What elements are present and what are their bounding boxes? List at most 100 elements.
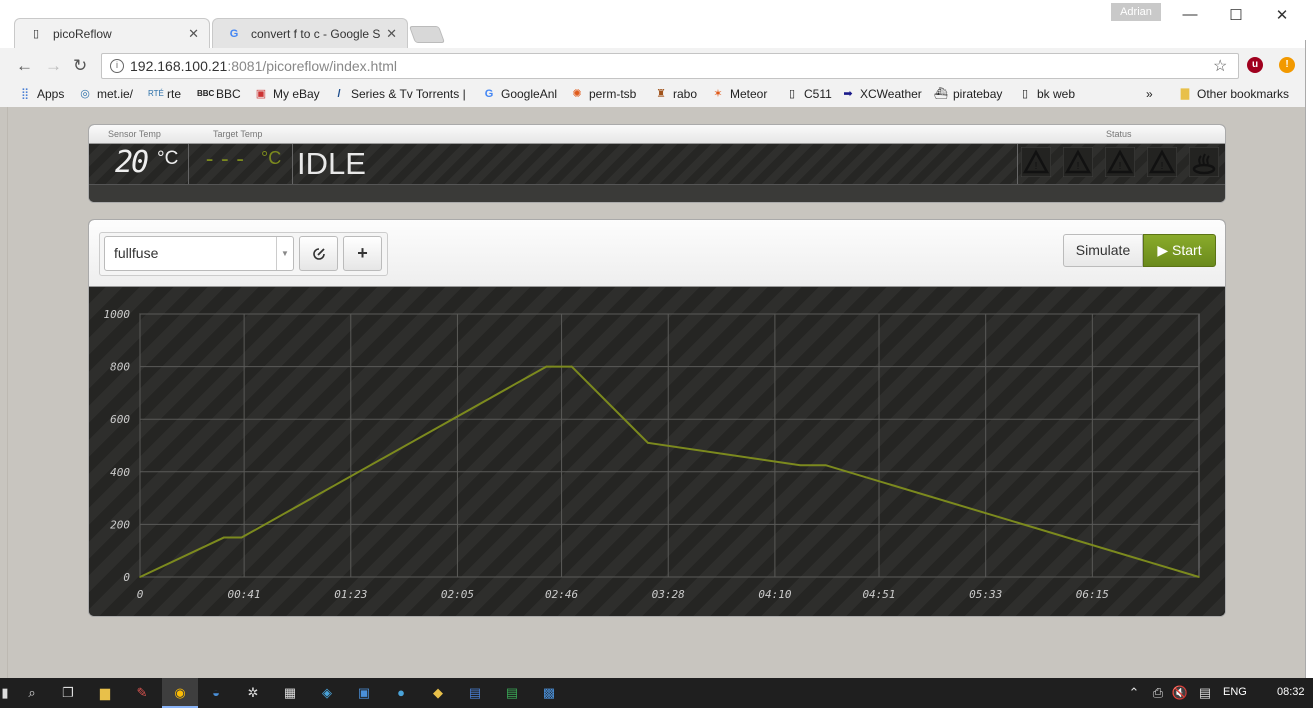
target-temp-label: Target Temp	[213, 129, 263, 139]
close-tab-icon[interactable]: ✕	[386, 26, 397, 42]
y-tick-label: 200	[110, 518, 130, 531]
forward-icon[interactable]: →	[45, 56, 62, 76]
bookmark-my-ebay[interactable]: ▣ My eBay	[254, 87, 320, 101]
right-window-edge	[1305, 40, 1313, 680]
start-label: Start	[1172, 242, 1202, 258]
graph-area: 0 200 400 600 800 1000 0 00:41 01:23 02:05 02:46 03…	[89, 287, 1225, 616]
sensor-temp-value: 20	[115, 145, 149, 180]
page-icon: ▯	[32, 28, 40, 40]
svg-text:!: !	[1035, 161, 1038, 172]
bookmarks-overflow[interactable]: »	[1146, 87, 1153, 101]
add-profile-button[interactable]: +	[343, 236, 382, 271]
back-icon[interactable]: ←	[16, 56, 33, 76]
x-tick-label: 00:41	[228, 588, 261, 601]
clock[interactable]: 08:32	[1277, 686, 1305, 698]
paint-icon[interactable]: ✎	[132, 683, 152, 703]
app-icon[interactable]: ▣	[354, 683, 374, 703]
url-host: 192.168.100.21	[130, 58, 228, 74]
bookmark-c511[interactable]: ▯ C511	[785, 87, 832, 101]
edit-icon	[312, 248, 325, 260]
word-icon[interactable]: ▤	[465, 683, 485, 703]
bookmark-piratebay[interactable]: ⛴ piratebay	[934, 87, 1002, 101]
target-temp-unit: °C	[261, 148, 282, 168]
app-icon[interactable]: ◆	[428, 683, 448, 703]
app-icon[interactable]: ▩	[539, 683, 559, 703]
tab-google-search[interactable]: G convert f to c - Google S ✕	[212, 18, 408, 48]
profile-select[interactable]: fullfuse ▼	[104, 236, 294, 271]
profile-point	[240, 536, 243, 539]
file-explorer-icon[interactable]: ▆	[95, 683, 115, 703]
bookmark-googleanl[interactable]: G GoogleAnl	[482, 87, 557, 101]
warning-icon: !	[1063, 147, 1093, 177]
chrome-icon[interactable]: ◉	[170, 683, 190, 703]
ublock-icon[interactable]: u	[1247, 57, 1263, 73]
task-view-icon[interactable]: ❐	[58, 683, 78, 703]
play-icon: ▶	[1157, 242, 1169, 258]
x-tick-label: 04:10	[758, 588, 791, 601]
new-tab-button[interactable]	[408, 26, 446, 43]
app-icon[interactable]: ✲	[243, 683, 263, 703]
bookmark-bbc[interactable]: BBC BBC	[197, 87, 241, 101]
bookmark-apps[interactable]: ⣿ Apps	[18, 87, 64, 101]
target-temp-value: ---	[203, 147, 249, 172]
minimize-icon[interactable]: —	[1180, 6, 1200, 24]
close-window-icon[interactable]: ✕	[1272, 6, 1292, 24]
search-icon[interactable]: ⌕	[22, 683, 42, 703]
network-icon[interactable]: ⎙	[1148, 683, 1168, 703]
bookmark-rte[interactable]: RTÉ rte	[148, 87, 181, 101]
close-tab-icon[interactable]: ✕	[188, 26, 199, 42]
info-icon[interactable]: i	[110, 59, 124, 73]
volume-muted-icon[interactable]: 🔇	[1170, 683, 1190, 703]
maximize-icon[interactable]: ☐	[1226, 6, 1246, 24]
bookmark-met-ie[interactable]: ◎ met.ie/	[78, 87, 133, 101]
edit-profile-button[interactable]	[299, 236, 338, 271]
bookmark-series[interactable]: / Series & Tv Torrents |	[332, 87, 465, 101]
status-label: Status	[1106, 129, 1132, 139]
excel-icon[interactable]: ▤	[502, 683, 522, 703]
status-display	[89, 144, 1225, 202]
ebay-bag-icon: ▣	[255, 88, 267, 100]
plus-icon: +	[357, 243, 368, 263]
bookmark-perm-tsb[interactable]: ✺ perm-tsb	[570, 87, 636, 101]
windows-taskbar: ▮ ⌕ ❐ ▆ ✎ ◉ ◒ ✲ ▦ ◈ ▣ ● ◆ ▤ ▤ ▩ ⌃ ⎙ 🔇 ▤ …	[0, 678, 1313, 708]
x-tick-label: 0	[137, 588, 144, 601]
chevron-up-icon[interactable]: ⌃	[1124, 683, 1144, 703]
update-alert-icon[interactable]: !	[1279, 57, 1295, 73]
folder-icon: ▇	[1180, 88, 1190, 100]
profile-point	[799, 464, 802, 467]
notifications-icon[interactable]: ▤	[1195, 683, 1215, 703]
start-button[interactable]: ▶ Start	[1143, 234, 1216, 267]
y-tick-label: 400	[110, 466, 130, 479]
start-menu-icon[interactable]: ▮	[0, 683, 10, 703]
y-tick-label: 1000	[104, 308, 131, 321]
profile-point	[223, 536, 225, 539]
app-icon[interactable]: ◒	[206, 683, 226, 703]
x-tick-label: 03:28	[652, 588, 685, 601]
y-tick-label: 800	[110, 361, 130, 374]
app-icon[interactable]: ◈	[317, 683, 337, 703]
bookmark-meteor[interactable]: ✶ Meteor	[711, 87, 767, 101]
language-indicator[interactable]: ENG	[1223, 686, 1247, 698]
svg-text:!: !	[1077, 161, 1080, 172]
simulate-button[interactable]: Simulate	[1063, 234, 1143, 267]
profile-toolbar: fullfuse ▼ + Simulate ▶ Start	[89, 220, 1225, 287]
bookmark-bk-web[interactable]: ▯ bk web	[1018, 87, 1075, 101]
profile-point	[545, 365, 548, 368]
chevron-down-icon: ▼	[276, 237, 293, 270]
bookmark-rabo[interactable]: ♜ rabo	[654, 87, 697, 101]
tab-strip: ▯ picoReflow ✕ G convert f to c - Google…	[0, 0, 1313, 48]
address-bar[interactable]: i 192.168.100.21:8081/picoreflow/index.h…	[101, 53, 1239, 79]
app-icon[interactable]: ▦	[280, 683, 300, 703]
bookmark-xcweather[interactable]: ➡ XCWeather	[841, 87, 921, 101]
x-tick-label: 02:46	[545, 588, 578, 601]
profile-graph-panel: fullfuse ▼ + Simulate ▶ Start 0 200 400 600…	[88, 219, 1226, 617]
skype-icon[interactable]: ●	[391, 683, 411, 703]
tab-picoreflow[interactable]: ▯ picoReflow ✕	[14, 18, 210, 48]
bookmark-other[interactable]: ▇ Other bookmarks	[1178, 87, 1289, 101]
bookmark-star-icon[interactable]: ☆	[1213, 56, 1227, 76]
bbc-icon: BBC	[197, 89, 215, 98]
met-ie-icon: ◎	[80, 88, 90, 100]
profile-button[interactable]: Adrian	[1111, 3, 1161, 21]
reload-icon[interactable]: ↻	[73, 56, 87, 76]
warning-icon: !	[1021, 147, 1051, 177]
